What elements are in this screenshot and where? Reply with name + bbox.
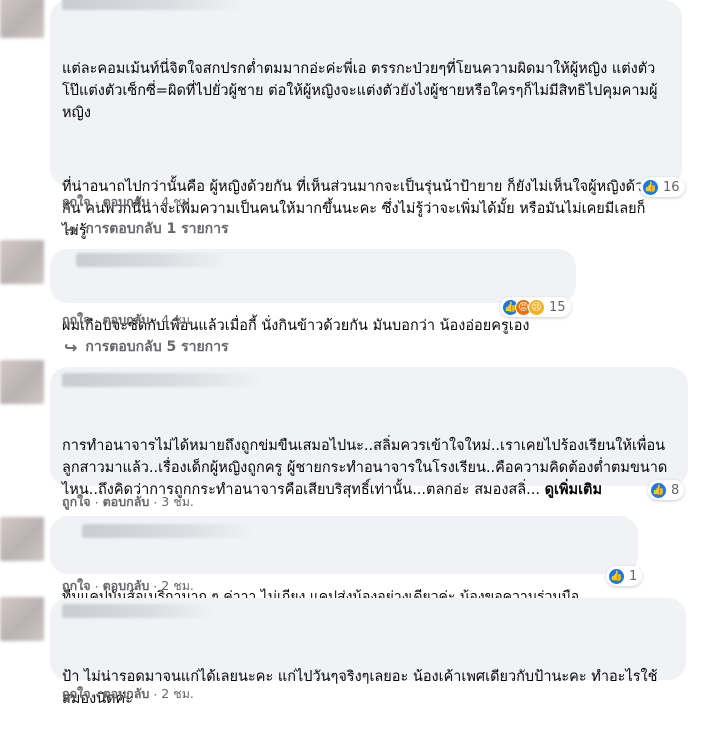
like-button[interactable]: ถูกใจ (62, 492, 91, 512)
separator: · (153, 494, 158, 510)
separator: · (94, 578, 99, 594)
comment-bubble: แต่ละคอมเม้นท์นี่จิตใจสกปรกต่ำตมมากอ่ะค่… (50, 0, 682, 239)
separator: · (94, 194, 99, 210)
reply-arrow-icon: ↪ (64, 219, 78, 239)
like-button[interactable]: ถูกใจ (62, 684, 91, 704)
reply-arrow-icon: ↪ (64, 337, 78, 357)
separator: · (94, 494, 99, 510)
reply-button[interactable]: ตอบกลับ (103, 576, 150, 596)
separator: · (153, 312, 158, 328)
sad-reaction-icon: 😢 (528, 298, 545, 316)
author-name-blurred[interactable] (76, 253, 226, 267)
comment-bubble: ทีมแคปมันส์อเมริกามาก ๆ ค่าาา ไม่เถียง แ… (50, 516, 638, 605)
avatar[interactable] (0, 0, 44, 38)
view-replies-link[interactable]: ↪ การตอบกลับ 1 รายการ (64, 218, 229, 240)
comment-bubble: การทำอนาจารไม่ได้หมายถึงถูกข่มขืนเสมอไปน… (50, 367, 688, 498)
replies-label: การตอบกลับ 1 รายการ (85, 221, 229, 237)
reply-button[interactable]: ตอบกลับ (103, 310, 150, 330)
reaction-summary[interactable]: 👍 😡 😢 15 (500, 297, 571, 317)
avatar[interactable] (0, 517, 44, 561)
author-name-blurred[interactable] (62, 0, 242, 10)
comment-paragraph: แต่ละคอมเม้นท์นี่จิตใจสกปรกต่ำตมมากอ่ะค่… (62, 61, 658, 121)
reaction-count: 15 (549, 299, 566, 315)
separator: · (153, 686, 158, 702)
author-name-blurred[interactable] (62, 604, 212, 618)
timestamp[interactable]: 2 ชม. (161, 684, 194, 704)
separator: · (94, 686, 99, 702)
author-name-blurred[interactable] (62, 373, 262, 387)
timestamp[interactable]: 4 ชม. (161, 310, 194, 330)
reaction-count: 8 (671, 482, 680, 498)
reaction-summary[interactable]: 👍 8 (648, 480, 685, 500)
avatar[interactable] (0, 360, 44, 404)
author-name-blurred[interactable] (82, 524, 252, 538)
separator: · (153, 578, 158, 594)
like-button[interactable]: ถูกใจ (62, 192, 91, 212)
replies-label: การตอบกลับ 5 รายการ (85, 339, 229, 355)
reply-button[interactable]: ตอบกลับ (103, 492, 150, 512)
reaction-summary[interactable]: 👍 16 (640, 177, 685, 197)
timestamp[interactable]: 2 ชม. (161, 576, 194, 596)
reply-button[interactable]: ตอบกลับ (103, 684, 150, 704)
timestamp[interactable]: 3 ชม. (161, 492, 194, 512)
comment-actions: ถูกใจ · ตอบกลับ · 4 ชม. (62, 310, 194, 330)
reaction-summary[interactable]: 👍 1 (606, 566, 643, 586)
comment-bubble: ผมเกือบจะซัดกับเพื่อนแล้วเมื่อกี้ นั่งกิ… (50, 249, 576, 334)
comment-actions: ถูกใจ · ตอบกลับ · 3 ชม. (62, 492, 194, 512)
separator: · (94, 312, 99, 328)
timestamp[interactable]: 4 ชม. (161, 192, 194, 212)
like-reaction-icon: 👍 (642, 178, 659, 196)
see-more-link[interactable]: ดูเพิ่มเติม (545, 482, 602, 498)
like-button[interactable]: ถูกใจ (62, 576, 91, 596)
reaction-count: 16 (663, 179, 680, 195)
separator: · (153, 194, 158, 210)
view-replies-link[interactable]: ↪ การตอบกลับ 5 รายการ (64, 336, 229, 358)
comment-actions: ถูกใจ · ตอบกลับ · 4 ชม. (62, 192, 194, 212)
like-button[interactable]: ถูกใจ (62, 310, 91, 330)
avatar[interactable] (0, 597, 44, 641)
comment-bubble: ป้า ไม่น่ารอดมาจนแก่ได้เลยนะคะ แก่ไปวันๆ… (50, 598, 686, 707)
comment-text: แต่ละคอมเม้นท์นี่จิตใจสกปรกต่ำตมมากอ่ะค่… (62, 14, 670, 286)
avatar[interactable] (0, 240, 44, 284)
reply-button[interactable]: ตอบกลับ (103, 192, 150, 212)
like-reaction-icon: 👍 (608, 567, 625, 585)
reaction-count: 1 (629, 568, 638, 584)
like-reaction-icon: 👍 (650, 481, 667, 499)
comment-actions: ถูกใจ · ตอบกลับ · 2 ชม. (62, 576, 194, 596)
comment-actions: ถูกใจ · ตอบกลับ · 2 ชม. (62, 684, 194, 704)
